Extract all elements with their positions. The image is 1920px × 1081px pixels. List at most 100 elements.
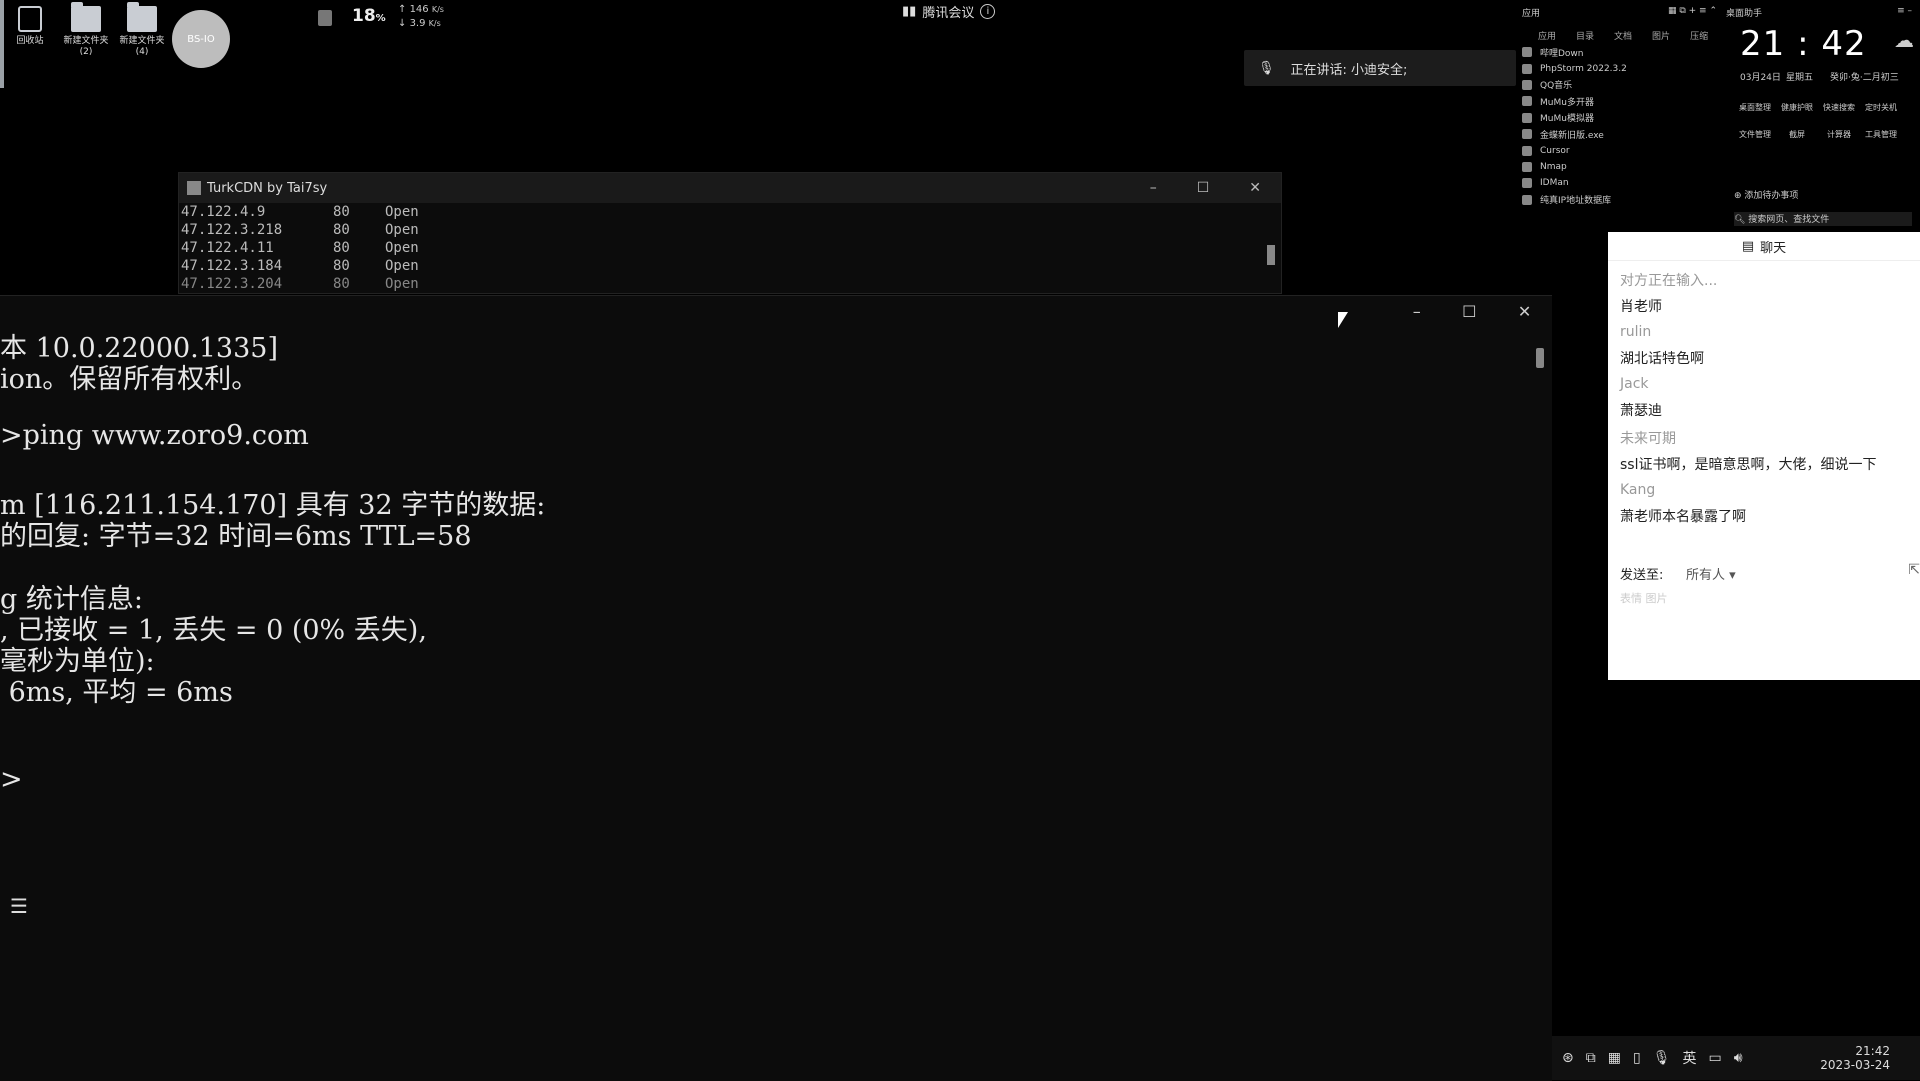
widget-controls-icon[interactable]: ▦ ⧉ + ≡ ⌃ [1668,6,1717,19]
scan-ip: 47.122.3.184 [181,258,283,274]
app-item[interactable]: 哔哩Down [1522,44,1717,60]
weather-icon[interactable]: ☁ [1894,28,1914,52]
tab-apps[interactable]: 应用 [1538,29,1556,42]
scan-ip: 47.122.4.9 [181,204,266,220]
close-button[interactable]: ✕ [1249,180,1261,196]
terminal-prompt[interactable]: > [0,764,23,795]
menu-icon[interactable]: ≡ – [1897,6,1912,16]
clock-lunar: 癸卯·兔·二月初三 [1830,73,1899,83]
tab-docs[interactable]: 文档 [1614,29,1632,42]
folder-icon [71,2,101,32]
tray-time: 21:42 [1855,1044,1890,1058]
desktop-icon-folder-2[interactable]: 新建文件夹 (2) [56,2,116,58]
usb-icon[interactable]: ▯ [1633,1050,1641,1066]
app-item[interactable]: IDMan [1522,175,1717,191]
desktop-icon-recycle-bin[interactable]: 回收站 [0,6,60,47]
terminal-window: – ☐ ✕ 本 10.0.22000.1335] ion。保留所有权利。 >pi… [0,295,1552,1081]
info-icon[interactable]: i [980,4,996,19]
scan-status: Open [385,258,419,274]
tool-eye-care[interactable]: 健康护眼 [1776,102,1818,113]
app-item[interactable]: Cursor [1522,142,1717,158]
app-launcher-header: 应用 [1522,9,1541,19]
chat-message: 湖北话特色啊 [1620,351,1704,367]
app-icon [1522,79,1532,90]
network-icon[interactable]: ⊛ [1562,1050,1574,1066]
assistant-search-placeholder: 搜索网页、查找文件 [1748,215,1830,225]
list-icon[interactable]: ☰ [10,894,28,918]
assistant-header: 桌面助手 [1726,9,1763,19]
tool-timed-shutdown[interactable]: 定时关机 [1860,102,1902,113]
app-item[interactable]: QQ音乐 [1522,77,1717,93]
folder-icon [127,2,157,32]
app-launcher-widget: 应用 ▦ ⧉ + ≡ ⌃ 应用 目录 文档 图片 压缩 哔哩Down PhpSt… [1522,6,1717,208]
task-view-icon[interactable]: ⧉ [1586,1050,1596,1066]
volume-icon[interactable]: 🔊︎ [1734,1050,1743,1066]
app-item[interactable]: 纯真IP地址数据库 [1522,192,1717,208]
scan-row: 47.122.3.218 80 Open [179,221,1281,239]
tool-calculator[interactable]: 计算器 [1818,129,1860,140]
chat-header: ▤ 聊天 [1608,232,1920,261]
app-icon [1522,96,1532,107]
app-label: IDMan [1540,178,1569,189]
tool-manager[interactable]: 工具管理 [1860,129,1902,140]
speaking-indicator: 🎙 正在讲话: 小迪安全; [1244,50,1516,86]
chat-message: 萧老师本名暴露了啊 [1620,509,1746,525]
desktop-icon-label: 新建文件夹 [63,36,109,46]
tool-file-manager[interactable]: 文件管理 [1734,129,1776,140]
terminal-line: >ping www.zoro9.com [0,420,309,451]
tab-images[interactable]: 图片 [1652,29,1670,42]
windows-icon[interactable]: ▦ [1608,1050,1621,1066]
turkcdn-titlebar[interactable]: TurkCDN by Tai7sy – ☐ ✕ [179,173,1281,203]
tab-dirs[interactable]: 目录 [1576,29,1594,42]
app-icon [1522,178,1532,189]
app-icon [1522,47,1532,58]
avatar[interactable]: BS-IO [172,10,230,68]
scrollbar-thumb[interactable] [1267,245,1275,265]
send-to-select[interactable]: 所有人 ▾ [1686,564,1736,583]
app-label: MuMu多开器 [1540,97,1594,108]
shield-icon [318,10,332,26]
tray-clock[interactable]: 21:42 2023-03-24 [1820,1044,1920,1072]
scan-row: 47.122.3.204 80 Open [179,275,1281,293]
todo-link[interactable]: ⊕ 添加待办事项 [1734,188,1798,201]
minimize-button[interactable]: – [1413,302,1421,321]
app-item[interactable]: 金蝶新旧版.exe [1522,126,1717,142]
ime-indicator[interactable]: 英 [1682,1048,1696,1068]
meeting-title: 腾讯会议 [922,6,975,21]
maximize-button[interactable]: ☐ [1462,302,1476,321]
tool-desktop-organize[interactable]: 桌面整理 [1734,102,1776,113]
meeting-bar[interactable]: ▮▮ 腾讯会议 i [902,2,996,21]
tab-archives[interactable]: 压缩 [1690,29,1708,42]
app-label: 纯真IP地址数据库 [1540,196,1612,207]
maximize-button[interactable]: ☐ [1197,180,1210,196]
app-label: QQ音乐 [1540,81,1573,92]
expand-icon[interactable]: ⇱ [1908,562,1920,578]
app-icon [187,181,201,195]
tool-screenshot[interactable]: 截屏 [1776,129,1818,140]
desktop-icon-folder-4[interactable]: 新建文件夹 (4) [112,2,172,58]
mouse-cursor-icon [1338,312,1348,328]
tray-date: 2023-03-24 [1820,1058,1890,1072]
assistant-search-input[interactable]: 🔍︎ 搜索网页、查找文件 [1734,212,1912,226]
terminal-scrollbar[interactable] [1536,348,1544,368]
chat-sender: Kang [1620,482,1656,498]
app-label: 金蝶新旧版.exe [1540,130,1604,141]
display-icon[interactable]: ▭ [1708,1050,1721,1066]
scan-ip: 47.122.3.218 [181,222,283,238]
app-item[interactable]: MuMu多开器 [1522,93,1717,109]
app-item[interactable]: PhpStorm 2022.3.2 [1522,60,1717,76]
clock-weekday: 星期五 [1786,73,1814,83]
chat-sender: 未来可期 [1620,431,1676,447]
chat-icon: ▤ [1741,238,1755,254]
app-item[interactable]: Nmap [1522,159,1717,175]
chat-sender: rulin [1620,324,1652,340]
close-button[interactable]: ✕ [1518,302,1531,321]
app-item[interactable]: MuMu模拟器 [1522,110,1717,126]
tool-quick-search[interactable]: 快速搜索 [1818,102,1860,113]
rate-unit: K/s [431,5,444,14]
microphone-icon[interactable]: 🎙︎ [1653,1050,1671,1066]
scan-row: 47.122.4.11 80 Open [179,239,1281,257]
scan-status: Open [385,222,419,238]
minimize-button[interactable]: – [1150,180,1157,196]
chat-message: ssl证书啊，是暗意思啊，大佬，细说一下 [1620,457,1877,473]
